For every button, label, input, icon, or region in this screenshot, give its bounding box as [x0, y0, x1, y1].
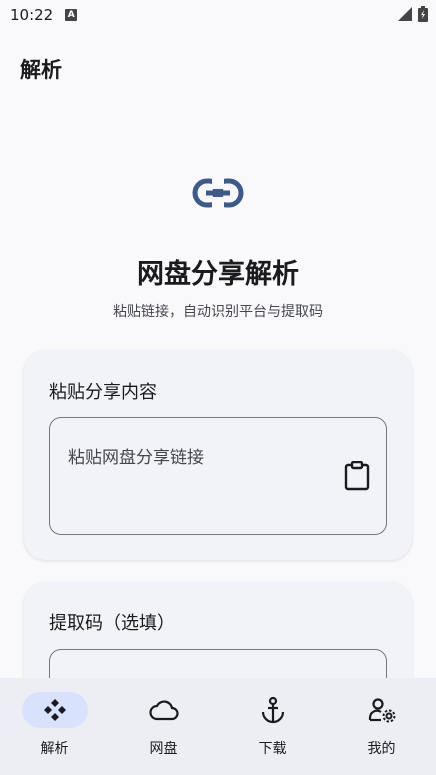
nav-label-download: 下载 [258, 741, 287, 757]
battery-icon [418, 6, 428, 22]
nav-label-parse: 解析 [40, 741, 69, 757]
status-bar: 10:22 A [0, 0, 436, 30]
nav-item-parse[interactable]: 解析 [0, 678, 109, 775]
share-content-card: 粘贴分享内容 粘贴网盘分享链接 [24, 350, 412, 560]
share-card-title: 粘贴分享内容 [49, 382, 157, 403]
parse-diamond-icon [43, 699, 66, 721]
hero-title: 网盘分享解析 [137, 259, 299, 290]
status-time: 10:22 [10, 6, 54, 24]
status-indicators [398, 6, 428, 22]
nav-pill-cloud [131, 692, 197, 728]
nav-item-mine[interactable]: 我的 [327, 678, 436, 775]
nav-pill-download [240, 692, 306, 728]
share-link-placeholder: 粘贴网盘分享链接 [68, 448, 204, 468]
link-icon [192, 178, 244, 208]
hero-subtitle: 粘贴链接，自动识别平台与提取码 [113, 304, 323, 320]
clipboard-icon[interactable] [344, 461, 370, 491]
signal-icon [398, 7, 412, 21]
nav-item-cloud[interactable]: 网盘 [109, 678, 218, 775]
bottom-navigation: 解析 网盘 下载 我的 [0, 678, 436, 775]
extract-code-title: 提取码（选填） [49, 613, 175, 634]
share-link-input[interactable]: 粘贴网盘分享链接 [49, 417, 387, 535]
anchor-icon [261, 696, 284, 724]
nav-label-cloud: 网盘 [149, 741, 178, 757]
app-title: 解析 [20, 58, 62, 82]
cloud-icon [148, 700, 179, 721]
nav-label-mine: 我的 [367, 741, 396, 757]
person-settings-icon [368, 698, 395, 723]
nav-pill-mine [349, 692, 415, 728]
nav-item-download[interactable]: 下载 [218, 678, 327, 775]
notification-icon: A [65, 9, 78, 21]
nav-pill-parse [21, 692, 88, 728]
